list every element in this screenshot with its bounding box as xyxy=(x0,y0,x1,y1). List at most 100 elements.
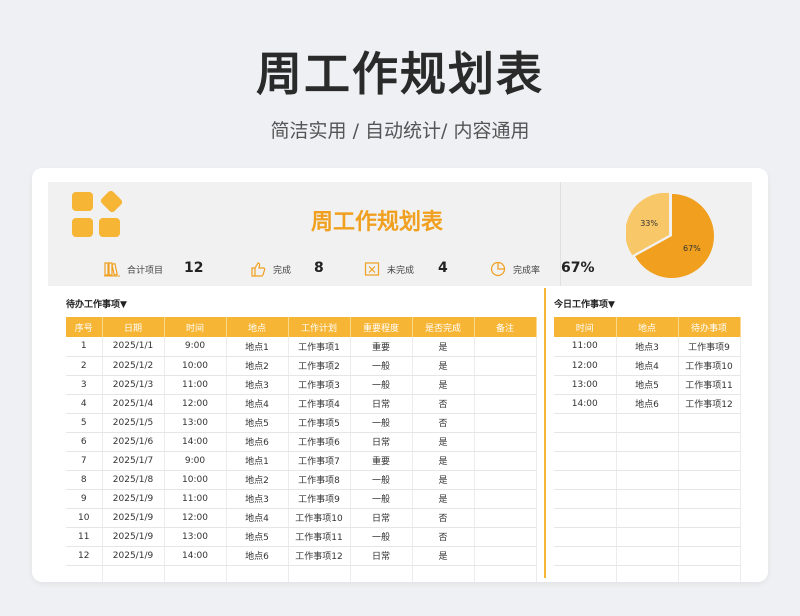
today-table-cell[interactable] xyxy=(616,565,679,582)
todo-table-cell[interactable] xyxy=(474,356,537,376)
todo-table-cell[interactable]: 2 xyxy=(66,356,103,376)
todo-table-cell[interactable]: 8 xyxy=(66,470,103,490)
todo-table-cell[interactable]: 工作事项7 xyxy=(288,451,351,471)
todo-table-cell[interactable]: 日常 xyxy=(350,394,413,414)
today-table-cell[interactable] xyxy=(616,413,679,433)
todo-table-cell[interactable]: 日常 xyxy=(350,508,413,528)
today-table-cell[interactable] xyxy=(616,508,679,528)
todo-table-cell[interactable]: 2025/1/7 xyxy=(102,451,165,471)
todo-table-cell[interactable]: 工作事项8 xyxy=(288,470,351,490)
todo-table-cell[interactable]: 日常 xyxy=(350,432,413,452)
todo-table-cell[interactable]: 2025/1/4 xyxy=(102,394,165,414)
todo-table-cell[interactable]: 地点4 xyxy=(226,508,289,528)
todo-table-cell[interactable]: 一般 xyxy=(350,527,413,547)
todo-table-cell[interactable]: 工作事项10 xyxy=(288,508,351,528)
today-table-cell[interactable] xyxy=(554,470,617,490)
today-table-cell[interactable]: 11:00 xyxy=(554,337,617,357)
today-table-cell[interactable]: 工作事项10 xyxy=(678,356,741,376)
today-table-cell[interactable] xyxy=(554,565,617,582)
today-section-label[interactable]: 今日工作事项▼ xyxy=(554,297,615,310)
todo-table-cell[interactable] xyxy=(474,394,537,414)
todo-table-cell[interactable]: 是 xyxy=(412,546,475,566)
todo-table-cell[interactable]: 10 xyxy=(66,508,103,528)
todo-table-cell[interactable]: 2025/1/9 xyxy=(102,508,165,528)
todo-table-cell[interactable]: 1 xyxy=(66,337,103,357)
todo-table-cell[interactable]: 5 xyxy=(66,413,103,433)
todo-table-cell[interactable] xyxy=(288,565,351,582)
todo-table-cell[interactable]: 否 xyxy=(412,527,475,547)
todo-table-cell[interactable]: 地点4 xyxy=(226,394,289,414)
todo-table-cell[interactable] xyxy=(412,565,475,582)
todo-table-cell[interactable]: 11 xyxy=(66,527,103,547)
today-table-cell[interactable] xyxy=(678,546,741,566)
todo-table-cell[interactable]: 工作事项1 xyxy=(288,337,351,357)
todo-table-cell[interactable]: 2025/1/9 xyxy=(102,489,165,509)
today-table-cell[interactable] xyxy=(616,432,679,452)
today-table-cell[interactable] xyxy=(554,508,617,528)
today-table-cell[interactable]: 12:00 xyxy=(554,356,617,376)
todo-table-cell[interactable]: 2025/1/1 xyxy=(102,337,165,357)
todo-table-cell[interactable] xyxy=(350,565,413,582)
todo-table-cell[interactable]: 2025/1/3 xyxy=(102,375,165,395)
today-table-cell[interactable] xyxy=(554,546,617,566)
todo-table-cell[interactable]: 日常 xyxy=(350,546,413,566)
todo-table-cell[interactable]: 地点3 xyxy=(226,375,289,395)
todo-table-cell[interactable]: 工作事项4 xyxy=(288,394,351,414)
today-table-cell[interactable] xyxy=(678,470,741,490)
todo-table-cell[interactable] xyxy=(474,527,537,547)
today-table-cell[interactable] xyxy=(678,527,741,547)
today-table-cell[interactable] xyxy=(554,432,617,452)
todo-table-cell[interactable]: 地点2 xyxy=(226,470,289,490)
todo-table-cell[interactable] xyxy=(474,546,537,566)
today-table-cell[interactable] xyxy=(554,413,617,433)
todo-table-cell[interactable]: 12:00 xyxy=(164,508,227,528)
today-table-cell[interactable] xyxy=(554,451,617,471)
today-table-cell[interactable] xyxy=(616,489,679,509)
todo-table-cell[interactable] xyxy=(474,375,537,395)
today-table-cell[interactable] xyxy=(616,546,679,566)
todo-table-cell[interactable] xyxy=(474,432,537,452)
todo-table-cell[interactable]: 13:00 xyxy=(164,527,227,547)
todo-table-cell[interactable]: 9 xyxy=(66,489,103,509)
todo-table-cell[interactable]: 2025/1/2 xyxy=(102,356,165,376)
todo-table-cell[interactable]: 工作事项5 xyxy=(288,413,351,433)
todo-table-cell[interactable]: 14:00 xyxy=(164,546,227,566)
today-table-cell[interactable]: 地点4 xyxy=(616,356,679,376)
todo-table-cell[interactable]: 是 xyxy=(412,375,475,395)
todo-table-cell[interactable]: 3 xyxy=(66,375,103,395)
todo-table-cell[interactable]: 地点1 xyxy=(226,337,289,357)
todo-table-cell[interactable] xyxy=(474,413,537,433)
today-table-cell[interactable]: 地点3 xyxy=(616,337,679,357)
todo-table-cell[interactable]: 2025/1/5 xyxy=(102,413,165,433)
today-table-cell[interactable]: 工作事项12 xyxy=(678,394,741,414)
todo-table-cell[interactable] xyxy=(164,565,227,582)
todo-table-cell[interactable]: 否 xyxy=(412,394,475,414)
todo-table-cell[interactable] xyxy=(474,451,537,471)
todo-table-cell[interactable]: 一般 xyxy=(350,375,413,395)
todo-table-cell[interactable] xyxy=(474,508,537,528)
todo-table-cell[interactable]: 一般 xyxy=(350,470,413,490)
todo-table-cell[interactable]: 工作事项6 xyxy=(288,432,351,452)
todo-table-cell[interactable]: 地点1 xyxy=(226,451,289,471)
todo-table-cell[interactable]: 重要 xyxy=(350,337,413,357)
today-table-cell[interactable] xyxy=(678,432,741,452)
todo-table-cell[interactable]: 9:00 xyxy=(164,337,227,357)
todo-table-cell[interactable]: 13:00 xyxy=(164,413,227,433)
todo-table-cell[interactable]: 14:00 xyxy=(164,432,227,452)
todo-table-cell[interactable]: 工作事项2 xyxy=(288,356,351,376)
today-table-cell[interactable] xyxy=(678,489,741,509)
todo-table-cell[interactable]: 12 xyxy=(66,546,103,566)
todo-table-cell[interactable]: 2025/1/6 xyxy=(102,432,165,452)
todo-table-cell[interactable] xyxy=(474,470,537,490)
todo-table-cell[interactable]: 地点5 xyxy=(226,413,289,433)
todo-table-cell[interactable]: 2025/1/9 xyxy=(102,527,165,547)
today-table-cell[interactable] xyxy=(678,451,741,471)
todo-table-cell[interactable]: 7 xyxy=(66,451,103,471)
todo-table-cell[interactable]: 是 xyxy=(412,451,475,471)
todo-table-cell[interactable]: 一般 xyxy=(350,356,413,376)
todo-table-cell[interactable]: 10:00 xyxy=(164,470,227,490)
todo-table-cell[interactable]: 一般 xyxy=(350,413,413,433)
todo-table-cell[interactable]: 是 xyxy=(412,337,475,357)
todo-table-cell[interactable]: 是 xyxy=(412,489,475,509)
todo-table-cell[interactable]: 2025/1/9 xyxy=(102,546,165,566)
